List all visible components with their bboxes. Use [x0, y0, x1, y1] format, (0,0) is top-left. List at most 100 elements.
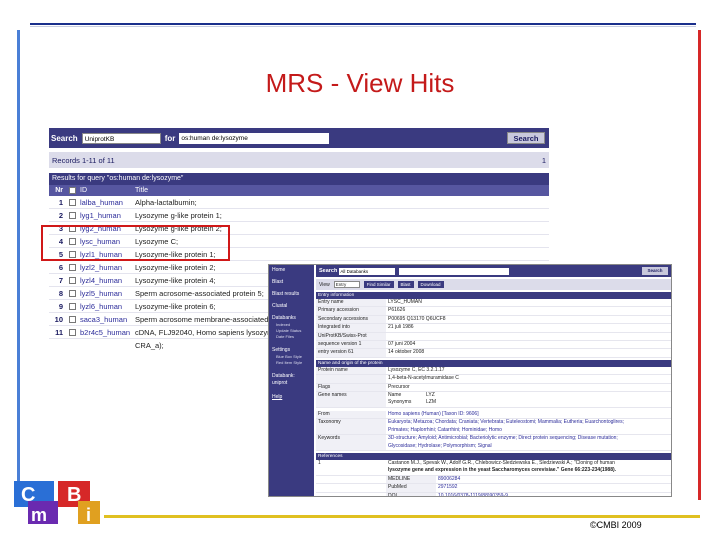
row-checkbox[interactable] — [65, 261, 79, 273]
query-input[interactable] — [399, 267, 510, 275]
info-value: P61626 — [388, 307, 406, 314]
info-key: entry version 61 — [316, 349, 386, 357]
xref-value[interactable]: 2971592 — [436, 484, 671, 491]
blast-button[interactable]: Blast — [397, 281, 414, 288]
row-title: Lysozyme g-like protein 1; — [135, 211, 222, 220]
xref-value[interactable]: 10.1016/0378-1119(88)90359-9 — [436, 493, 671, 496]
info-value — [386, 333, 671, 340]
gene-synonym-row: Synonyms LZM — [388, 399, 436, 406]
row-checkbox[interactable] — [65, 209, 79, 221]
download-button[interactable]: Download — [417, 281, 444, 288]
sidebar-blast[interactable]: Blast — [272, 279, 311, 285]
slide-title: MRS - View Hits — [265, 68, 455, 98]
sidebar-clustal[interactable]: Clustal — [272, 303, 311, 309]
sidebar-settings-item[interactable]: Red Item Style — [272, 360, 311, 365]
frame-left-line — [17, 30, 20, 500]
info-value: 07 juni 2004 — [388, 341, 416, 348]
for-label: for — [164, 133, 176, 143]
row-number: 8 — [58, 289, 63, 298]
frame-bottom-line — [104, 515, 700, 518]
databank-select[interactable]: All Databanks — [339, 267, 396, 275]
name-section-header: Name and origin of the protein — [316, 359, 671, 367]
info-row: Flags Precursor — [316, 383, 671, 393]
col-nr[interactable]: Nr — [49, 185, 65, 196]
info-key: Protein name — [316, 366, 386, 375]
info-value: Lysozyme C, EC 3.2.1.17 — [388, 366, 445, 373]
info-value: 21 juli 1986 — [388, 324, 414, 331]
select-all-icon[interactable] — [65, 185, 79, 196]
table-row[interactable]: 1 lalba_human Alpha-lactalbumin; — [49, 196, 549, 209]
row-id-link[interactable]: lyzl5_human — [79, 287, 133, 299]
table-row[interactable]: 2 lyg1_human Lysozyme g-like protein 1; — [49, 209, 549, 222]
view-bar: View Entry Find Similar Blast Download — [316, 279, 671, 290]
info-key: Flags — [316, 383, 386, 392]
row-number: 1 — [58, 198, 63, 207]
sidebar-databank-label: Databank: — [272, 373, 295, 379]
row-id-link[interactable]: b2r4c5_human — [79, 326, 133, 338]
entry-search-bar: Search All Databanks Search — [316, 265, 671, 277]
reference-xrefs: MEDLINE 89006284 PubMed 2971592 DOI 10.1016/0… — [316, 475, 671, 496]
info-value: 1,4-beta-N-acetylmuramidase C — [388, 375, 459, 382]
sidebar-settings[interactable]: Settings — [272, 347, 311, 353]
sidebar-db-item[interactable]: Date Files — [272, 334, 311, 339]
references-section-header: References — [316, 452, 671, 460]
entry-view-screenshot: Home Blast Blast results Clustal Databan… — [268, 264, 672, 497]
sidebar-settings-item[interactable]: Blue Box Style — [272, 354, 311, 359]
databank-select[interactable]: UniprotKB — [81, 132, 161, 144]
xref-key: MEDLINE — [386, 475, 436, 484]
info-key — [316, 375, 386, 383]
sidebar-blast-results[interactable]: Blast results — [272, 291, 311, 297]
info-key: Primary accession — [316, 307, 386, 315]
taxonomy-row: Taxonomy Eukaryota; Metazoa; Chordata; C… — [316, 419, 671, 436]
row-id-link[interactable]: saca3_human — [79, 313, 133, 325]
info-value: LYSC_HUMAN — [388, 299, 422, 305]
row-checkbox[interactable] — [65, 287, 79, 299]
sidebar-home[interactable]: Home — [272, 267, 311, 273]
row-checkbox[interactable] — [65, 300, 79, 312]
cmbi-logo: C m B i — [14, 481, 100, 525]
row-checkbox[interactable] — [65, 196, 79, 208]
from-row: From Homo sapiens (Human) [Taxon ID: 960… — [316, 410, 671, 420]
info-key: Entry name — [316, 299, 386, 307]
row-checkbox[interactable] — [65, 313, 79, 325]
keywords-row: Keywords 3D-structure; Amyloid; Antimicr… — [316, 435, 671, 451]
find-similar-button[interactable]: Find Similar — [363, 281, 394, 288]
info-row: 1,4-beta-N-acetylmuramidase C — [316, 375, 671, 384]
col-id[interactable]: ID — [79, 185, 133, 196]
row-number: 2 — [58, 211, 63, 220]
gene-names-values: Name LYZ Synonyms LZM — [386, 392, 671, 407]
sidebar-databanks[interactable]: Databanks — [272, 315, 311, 321]
row-id-link[interactable]: lalba_human — [79, 196, 133, 208]
search-button[interactable]: Search — [642, 267, 668, 275]
info-row: Integrated into 21 juli 1986 — [316, 324, 671, 333]
svg-text:m: m — [31, 505, 47, 525]
query-input[interactable]: os:human de:lysozyme — [179, 132, 330, 144]
xref-key: PubMed — [386, 484, 436, 492]
frame-top-line — [30, 23, 696, 25]
xref-value[interactable]: 89006284 — [436, 476, 671, 483]
row-checkbox[interactable] — [65, 274, 79, 286]
col-title[interactable]: Title — [133, 185, 549, 196]
row-id-link[interactable]: lyzl4_human — [79, 274, 133, 286]
search-label: Search — [51, 133, 78, 143]
records-bar: Records 1-11 of 11 1 — [49, 152, 549, 168]
row-checkbox[interactable] — [65, 326, 79, 338]
sidebar-db-item[interactable]: Update Status — [272, 328, 311, 333]
row-id-link[interactable]: lyzl2_human — [79, 261, 133, 273]
entry-section-header: Entry information — [316, 292, 671, 299]
search-button[interactable]: Search — [507, 132, 545, 144]
info-value: 14 oktober 2008 — [388, 349, 425, 356]
gene-names-key: Gene names — [316, 392, 386, 407]
info-value: P00695 Q13170 Q6UCF8 — [388, 315, 446, 322]
row-id-link[interactable]: lyzl6_human — [79, 300, 133, 312]
sidebar-help[interactable]: Help — [272, 394, 311, 400]
table-header: Nr ID Title — [49, 185, 549, 196]
search-bar: Search UniprotKB for os:human de:lysozym… — [49, 128, 549, 148]
sidebar-db-item[interactable]: Indexed — [272, 322, 311, 327]
page-number[interactable]: 1 — [542, 156, 546, 165]
row-id-link[interactable]: lyg1_human — [79, 209, 133, 221]
info-row: entry version 61 14 oktober 2008 — [316, 349, 671, 358]
xref-row: PubMed 2971592 — [316, 484, 671, 493]
view-select[interactable]: Entry — [333, 281, 360, 288]
row-number: 6 — [58, 263, 63, 272]
